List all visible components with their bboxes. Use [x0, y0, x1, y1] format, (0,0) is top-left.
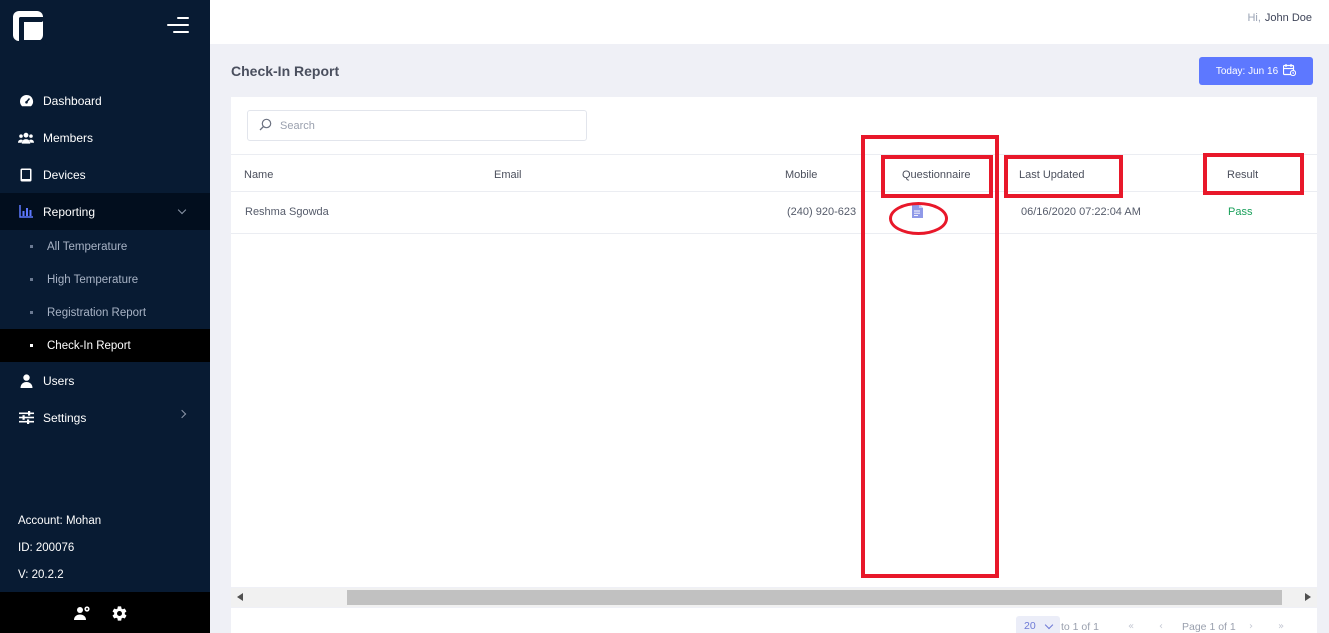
page-size-select[interactable]: 20 [1016, 616, 1060, 633]
account-info: Account: Mohan ID: 200076 V: 20.2.2 [18, 508, 101, 589]
bullet-icon [30, 344, 33, 347]
gear-icon[interactable] [111, 605, 129, 623]
first-page-icon[interactable]: « [1128, 621, 1134, 632]
chevron-down-icon [177, 205, 187, 215]
app-logo[interactable] [13, 11, 47, 45]
user-name: John Doe [1264, 12, 1312, 24]
sidebar-item-reporting[interactable]: Reporting [0, 193, 210, 230]
sidebar-item-members[interactable]: Members [0, 119, 210, 156]
app-version: V: 20.2.2 [18, 569, 64, 581]
scrollbar-thumb[interactable] [347, 590, 1282, 605]
tablet-icon [18, 167, 34, 183]
scroll-left-icon[interactable] [237, 593, 243, 601]
sidebar-footer [0, 592, 210, 633]
search-input[interactable] [280, 119, 570, 132]
greeting-hi: Hi, [1247, 12, 1261, 24]
sidebar-subitem-label: Registration Report [47, 306, 147, 319]
user-settings-icon[interactable] [74, 605, 92, 623]
topbar: Hi, John Doe [210, 0, 1329, 44]
bullet-icon [30, 311, 33, 314]
sidebar-item-devices[interactable]: Devices [0, 156, 210, 193]
sidebar-nav: Dashboard Members Devices Reporting All … [0, 82, 210, 436]
bullet-icon [30, 278, 33, 281]
chevron-right-icon [177, 409, 187, 419]
sidebar: Dashboard Members Devices Reporting All … [0, 0, 210, 633]
pagination-range: to 1 of 1 [1061, 621, 1099, 633]
sidebar-item-label: Dashboard [43, 93, 102, 108]
search-box[interactable] [247, 110, 587, 141]
cell-result: Pass [1228, 206, 1253, 218]
sidebar-item-dashboard[interactable]: Dashboard [0, 82, 210, 119]
date-picker-button[interactable]: Today: Jun 16 [1199, 57, 1313, 85]
column-header-name[interactable]: Name [244, 169, 273, 181]
horizontal-scrollbar[interactable] [231, 588, 1317, 607]
sidebar-subitem-high-temperature[interactable]: High Temperature [0, 263, 210, 296]
annotation-box-last-updated-header [1004, 155, 1123, 198]
sidebar-item-label: Users [43, 373, 75, 388]
sidebar-item-label: Members [43, 130, 94, 145]
account-id: ID: 200076 [18, 542, 75, 554]
sidebar-subitem-label: All Temperature [47, 240, 128, 253]
cell-last-updated: 06/16/2020 07:22:04 AM [1021, 206, 1141, 218]
cell-mobile: (240) 920-623 [787, 206, 857, 218]
bar-chart-icon [18, 204, 34, 220]
prev-page-icon[interactable]: ‹ [1159, 621, 1163, 632]
gauge-icon [18, 93, 34, 109]
table-header: Name Email Mobile Questionnaire Last Upd… [231, 154, 1317, 192]
page-title: Check-In Report [231, 63, 340, 79]
search-icon [259, 116, 272, 135]
next-page-icon[interactable]: › [1249, 621, 1253, 632]
scroll-right-icon[interactable] [1305, 593, 1311, 601]
annotation-box-questionnaire-header [881, 155, 993, 198]
cell-name: Reshma Sgowda [245, 206, 329, 218]
chevron-down-icon [1044, 620, 1054, 630]
annotation-box-questionnaire-column [861, 135, 999, 578]
sidebar-subitem-all-temperature[interactable]: All Temperature [0, 230, 210, 263]
sidebar-item-label: Settings [43, 410, 87, 425]
menu-toggle-icon[interactable] [167, 16, 189, 34]
sidebar-subitem-registration-report[interactable]: Registration Report [0, 296, 210, 329]
column-header-mobile[interactable]: Mobile [785, 169, 817, 181]
user-greeting[interactable]: Hi, John Doe [1247, 12, 1312, 24]
sidebar-item-label: Reporting [43, 204, 96, 219]
account-name: Account: Mohan [18, 515, 102, 527]
sidebar-item-settings[interactable]: Settings [0, 399, 210, 436]
pagination-page: Page 1 of 1 [1182, 621, 1236, 633]
table-row[interactable]: Reshma Sgowda (240) 920-623 06/16/2020 0… [231, 192, 1317, 234]
sidebar-item-users[interactable]: Users [0, 362, 210, 399]
sidebar-subitem-check-in-report[interactable]: Check-In Report [0, 329, 210, 362]
user-icon [18, 373, 34, 389]
bullet-icon [30, 245, 33, 248]
sidebar-item-label: Devices [43, 167, 86, 182]
last-page-icon[interactable]: » [1278, 621, 1284, 632]
annotation-box-result-header [1203, 153, 1304, 195]
date-button-label: Today: Jun 16 [1215, 65, 1279, 77]
sliders-icon [18, 410, 34, 426]
sidebar-subitem-label: Check-In Report [47, 339, 131, 352]
pagination-bar: 20 to 1 of 1 « ‹ Page 1 of 1 › » [231, 608, 1317, 633]
sidebar-subitem-label: High Temperature [47, 273, 139, 286]
calendar-icon [1283, 63, 1297, 79]
report-card: Name Email Mobile Questionnaire Last Upd… [231, 97, 1317, 587]
annotation-ellipse-questionnaire-icon [889, 202, 948, 235]
page-size-value: 20 [1024, 620, 1036, 632]
users-icon [18, 130, 34, 146]
column-header-email[interactable]: Email [494, 169, 522, 181]
